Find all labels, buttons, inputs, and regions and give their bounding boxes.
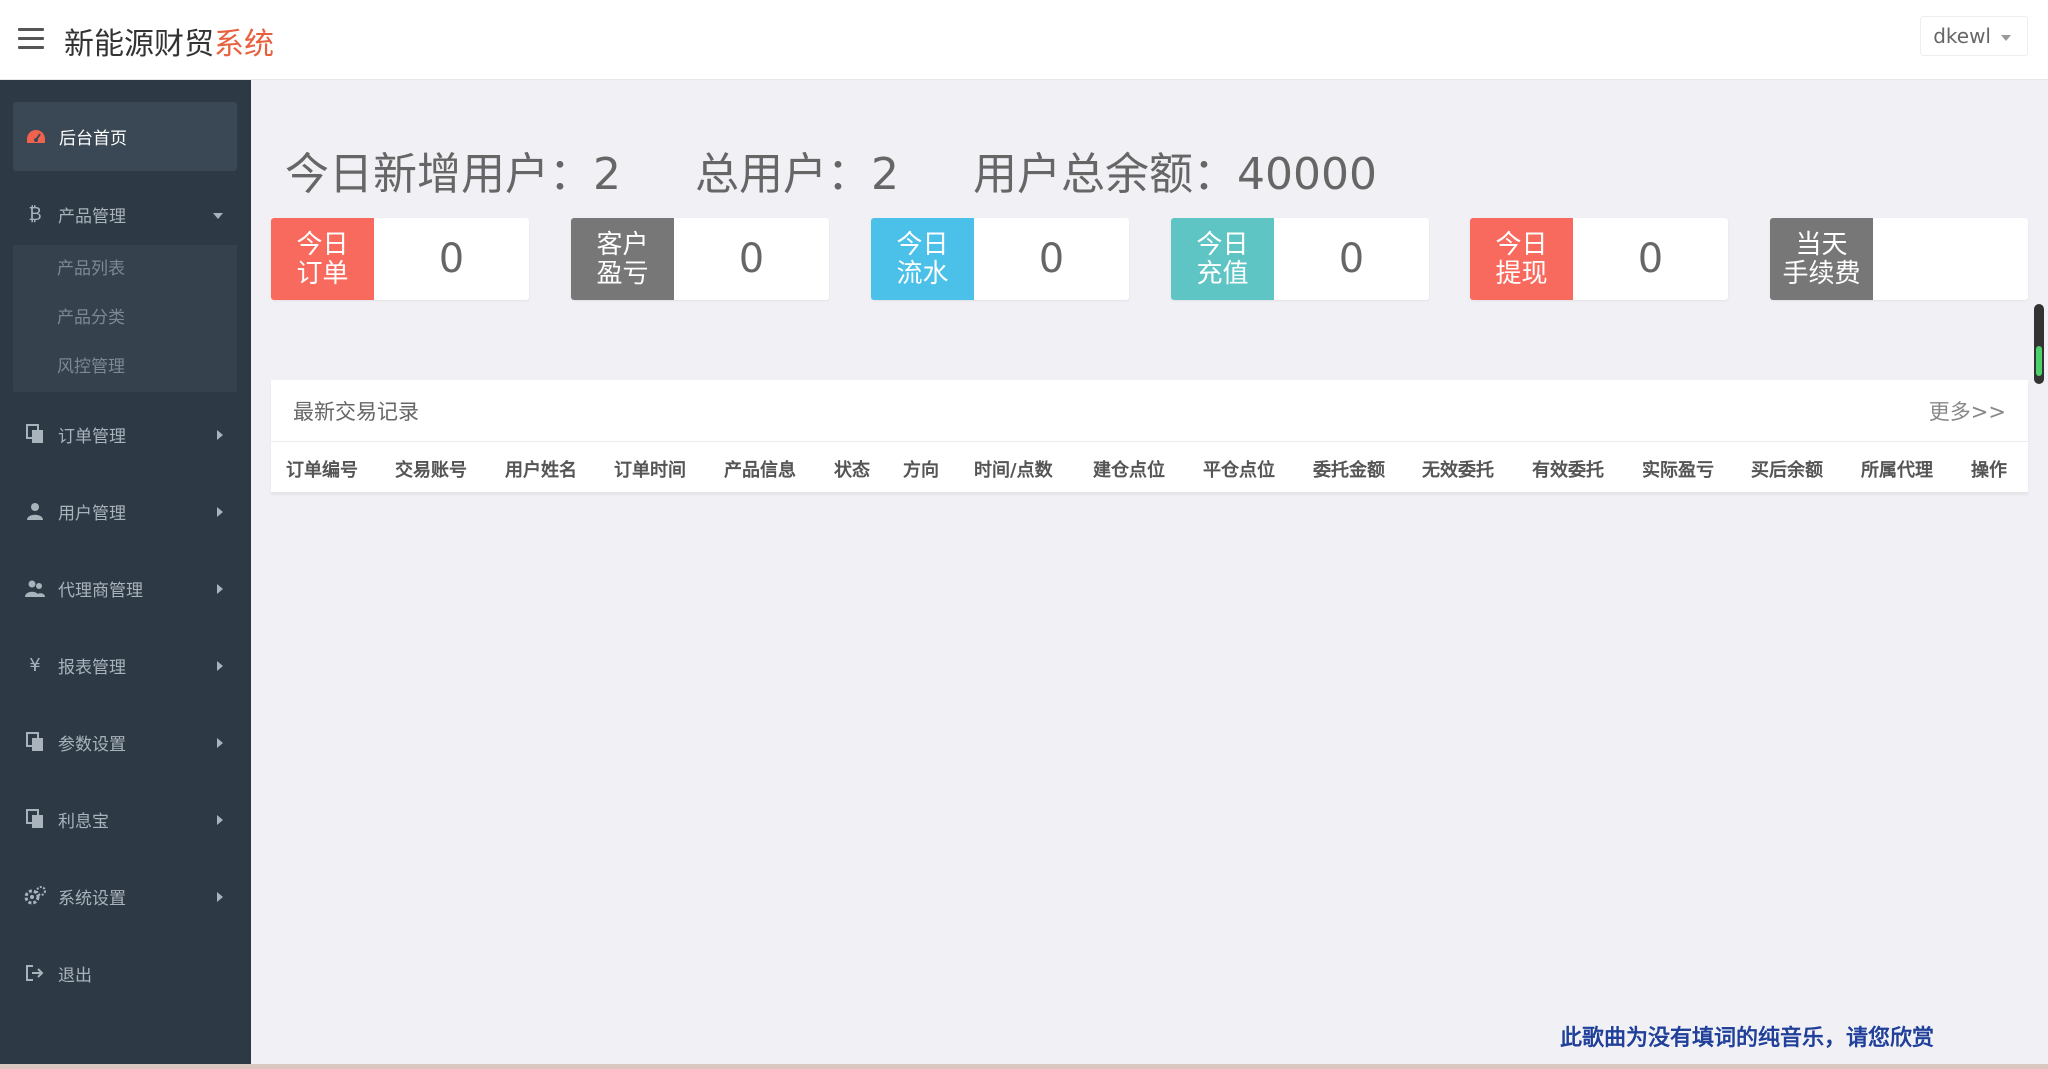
sidebar: 后台首页 ₿ 产品管理 产品列表 产品分类 风控管理 订单管理 用户管理 代理商… xyxy=(0,80,251,1064)
sidebar-item-system[interactable]: 系统设置 xyxy=(0,866,251,926)
chevron-down-icon xyxy=(2001,34,2011,41)
panel-title: 最新交易记录 xyxy=(293,400,419,424)
sidebar-item-label: 利息宝 xyxy=(58,811,109,832)
col-balance-after[interactable]: 买后余额 xyxy=(1751,456,1823,482)
panel-header: 最新交易记录 更多>> xyxy=(271,380,2028,442)
col-time-points[interactable]: 时间/点数 xyxy=(974,456,1053,482)
stat-card-value: 0 xyxy=(1338,236,1365,282)
total-balance-stat: 用户总余额：40000 xyxy=(973,149,1377,200)
sidebar-item-params[interactable]: 参数设置 xyxy=(0,712,251,772)
submenu-item-product-list[interactable]: 产品列表 xyxy=(13,245,237,294)
stat-card-label: 今日 充值 xyxy=(1171,218,1274,300)
user-stats: 今日新增用户：2 总用户：2 用户总余额：40000 xyxy=(285,138,1437,202)
stat-card-value: 0 xyxy=(1038,236,1065,282)
copy-icon xyxy=(24,808,46,830)
bitcoin-icon: ₿ xyxy=(28,203,42,225)
user-name: dkewl xyxy=(1933,24,1991,48)
col-order-no[interactable]: 订单编号 xyxy=(286,456,358,482)
col-actions[interactable]: 操作 xyxy=(1971,456,2007,482)
brand-title: 新能源财贸系统 xyxy=(64,19,274,63)
stat-card-today-recharge: 今日 充值 0 xyxy=(1171,218,1429,300)
col-actual-pnl[interactable]: 实际盈亏 xyxy=(1642,456,1714,482)
chevron-down-icon xyxy=(213,213,223,219)
col-account[interactable]: 交易账号 xyxy=(395,456,467,482)
chevron-right-icon xyxy=(217,584,223,594)
stat-card-label: 当天 手续费 xyxy=(1770,218,1873,300)
col-invalid-order[interactable]: 无效委托 xyxy=(1422,456,1494,482)
stat-card-client-pnl: 客户 盈亏 0 xyxy=(571,218,829,300)
user-icon xyxy=(24,500,46,522)
col-open-price[interactable]: 建仓点位 xyxy=(1093,456,1165,482)
stat-card-value xyxy=(1873,218,2028,300)
col-order-time[interactable]: 订单时间 xyxy=(614,456,686,482)
user-dropdown[interactable]: dkewl xyxy=(1920,16,2028,56)
main-content: 今日新增用户：2 总用户：2 用户总余额：40000 今日 订单 0 客户 盈亏 0… xyxy=(251,80,2048,1064)
sidebar-item-agents[interactable]: 代理商管理 xyxy=(0,558,251,618)
chevron-right-icon xyxy=(217,507,223,517)
sidebar-item-orders[interactable]: 订单管理 xyxy=(0,404,251,464)
brand-accent-text: 系统 xyxy=(214,27,274,62)
sidebar-item-label: 后台首页 xyxy=(59,129,127,149)
stat-card-today-fee: 当天 手续费 xyxy=(1770,218,2028,300)
top-header: 新能源财贸系统 dkewl xyxy=(0,0,2048,80)
sidebar-item-label: 参数设置 xyxy=(58,734,126,755)
table-header: 订单编号 交易账号 用户姓名 订单时间 产品信息 状态 方向 时间/点数 建仓点… xyxy=(271,442,2028,494)
col-agent[interactable]: 所属代理 xyxy=(1861,456,1933,482)
col-status[interactable]: 状态 xyxy=(834,456,870,482)
stat-card-label: 今日 提现 xyxy=(1470,218,1573,300)
col-product-info[interactable]: 产品信息 xyxy=(724,456,796,482)
recent-trades-panel: 最新交易记录 更多>> 订单编号 交易账号 用户姓名 订单时间 产品信息 状态 … xyxy=(271,380,2028,494)
col-close-price[interactable]: 平仓点位 xyxy=(1203,456,1275,482)
sidebar-item-label: 产品管理 xyxy=(58,206,126,227)
yen-icon: ¥ xyxy=(29,654,41,676)
sidebar-item-label: 报表管理 xyxy=(58,657,126,678)
sidebar-item-logout[interactable]: 退出 xyxy=(0,943,251,1003)
copy-icon xyxy=(24,731,46,753)
chevron-right-icon xyxy=(217,430,223,440)
col-direction[interactable]: 方向 xyxy=(903,456,939,482)
total-users-stat: 总用户：2 xyxy=(695,149,899,200)
sidebar-item-interest[interactable]: 利息宝 xyxy=(0,789,251,849)
sidebar-item-users[interactable]: 用户管理 xyxy=(0,481,251,541)
users-icon xyxy=(24,577,46,599)
chevron-right-icon xyxy=(217,892,223,902)
sidebar-item-home[interactable]: 后台首页 xyxy=(13,102,237,171)
sidebar-item-label: 代理商管理 xyxy=(58,580,143,601)
sidebar-item-label: 订单管理 xyxy=(58,426,126,447)
lyric-subtitle: 此歌曲为没有填词的纯音乐，请您欣赏 xyxy=(1560,1026,1935,1051)
sidebar-item-reports[interactable]: ¥ 报表管理 xyxy=(0,635,251,695)
more-link[interactable]: 更多>> xyxy=(1929,396,2006,426)
scroll-handle[interactable] xyxy=(2034,304,2044,384)
stat-card-today-orders: 今日 订单 0 xyxy=(271,218,529,300)
stat-card-value: 0 xyxy=(438,236,465,282)
col-valid-order[interactable]: 有效委托 xyxy=(1532,456,1604,482)
stat-card-label: 客户 盈亏 xyxy=(571,218,674,300)
copy-icon xyxy=(24,423,46,445)
stat-card-label: 今日 订单 xyxy=(271,218,374,300)
stat-card-today-withdraw: 今日 提现 0 xyxy=(1470,218,1728,300)
chevron-right-icon xyxy=(217,815,223,825)
new-users-stat: 今日新增用户：2 xyxy=(285,149,621,200)
col-user-name[interactable]: 用户姓名 xyxy=(505,456,577,482)
sign-out-icon xyxy=(24,962,46,984)
product-submenu: 产品列表 产品分类 风控管理 xyxy=(13,245,237,392)
submenu-item-product-category[interactable]: 产品分类 xyxy=(13,294,237,343)
stat-card-today-flow: 今日 流水 0 xyxy=(871,218,1129,300)
dashboard-icon xyxy=(25,126,47,148)
sidebar-item-product[interactable]: ₿ 产品管理 xyxy=(0,184,251,244)
stat-card-label: 今日 流水 xyxy=(871,218,974,300)
gears-icon xyxy=(24,885,46,907)
brand-main-text: 新能源财贸 xyxy=(64,27,214,62)
menu-toggle-icon[interactable] xyxy=(18,28,44,50)
stat-card-value: 0 xyxy=(1637,236,1664,282)
stat-card-value: 0 xyxy=(738,236,765,282)
sidebar-item-label: 用户管理 xyxy=(58,503,126,524)
chevron-right-icon xyxy=(217,661,223,671)
submenu-item-risk-control[interactable]: 风控管理 xyxy=(13,343,237,392)
chevron-right-icon xyxy=(217,738,223,748)
bottom-divider xyxy=(0,1064,2048,1069)
sidebar-item-label: 系统设置 xyxy=(58,888,126,909)
col-order-amount[interactable]: 委托金额 xyxy=(1313,456,1385,482)
sidebar-item-label: 退出 xyxy=(58,965,92,986)
